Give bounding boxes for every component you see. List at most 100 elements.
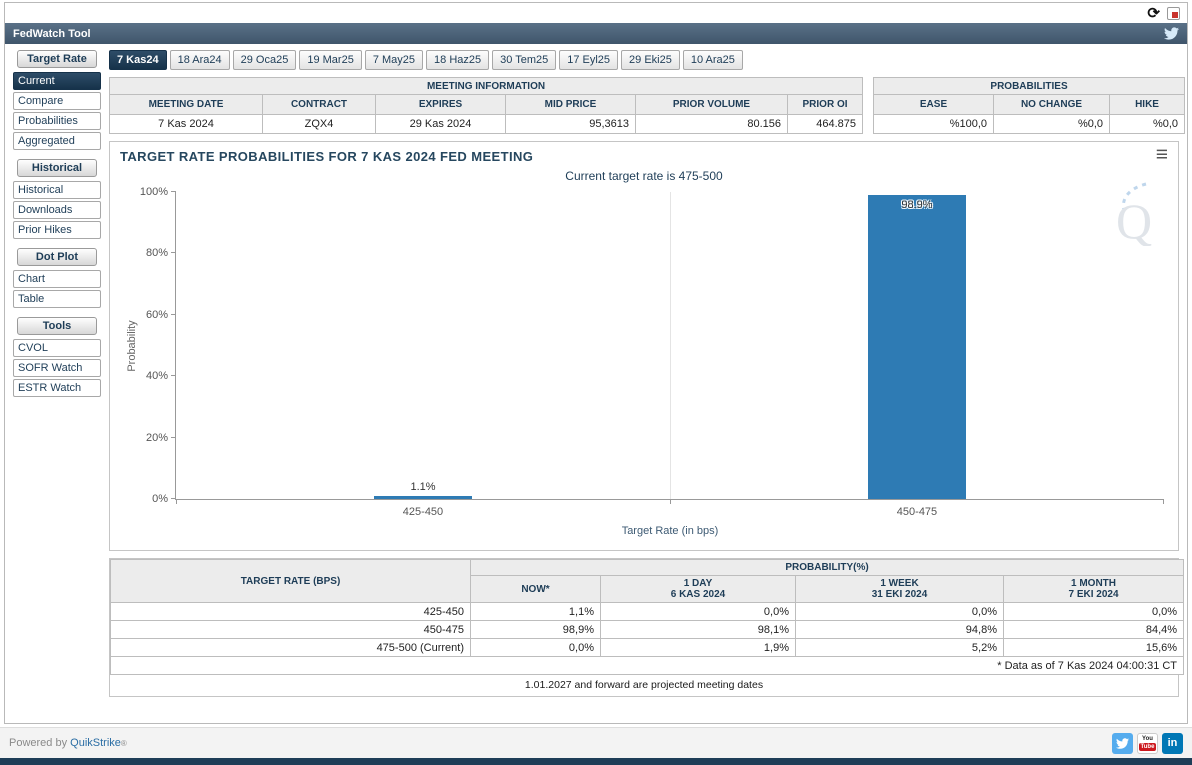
sidebar-item-probabilities[interactable]: Probabilities	[13, 112, 101, 130]
now-cell: 0,0%	[470, 638, 601, 657]
sidebar-header-tools[interactable]: Tools	[17, 317, 97, 335]
tab-29eki25[interactable]: 29 Eki25	[621, 50, 680, 70]
sidebar-item-aggregated[interactable]: Aggregated	[13, 132, 101, 150]
powered-by-label: Powered by	[9, 737, 68, 749]
sidebar-section-dot-plot: Dot Plot Chart Table	[13, 248, 101, 308]
x-axis-title: Target Rate (in bps)	[621, 525, 719, 537]
chart-bar-450-475[interactable]	[867, 195, 967, 499]
week-cell: 5,2%	[795, 638, 1004, 657]
sidebar-item-cvol[interactable]: CVOL	[13, 339, 101, 357]
ease-value: %100,0	[873, 114, 995, 134]
probability-table: TARGET RATE (BPS) PROBABILITY(%) NOW* 1 …	[109, 559, 1185, 675]
col-prior-volume: PRIOR VOLUME	[635, 94, 788, 115]
chart-bar-425-450[interactable]	[373, 495, 473, 499]
social-icons: You Tube in	[1112, 732, 1183, 754]
x-tick	[1163, 499, 1164, 504]
sidebar-item-current[interactable]: Current	[13, 72, 101, 90]
footer-bar: Powered by QuikStrike ® You Tube in	[0, 727, 1192, 758]
refresh-icon[interactable]: ⟳	[1147, 6, 1160, 21]
y-axis-label-40: 40%	[145, 370, 168, 383]
tab-7may25[interactable]: 7 May25	[364, 50, 424, 70]
col-target-rate: TARGET RATE (BPS)	[110, 559, 471, 603]
sidebar-item-chart[interactable]: Chart	[13, 270, 101, 288]
sidebar-item-table[interactable]: Table	[13, 290, 101, 308]
twitter-icon[interactable]	[1164, 27, 1179, 40]
main-panel: 7 Kas24 18 Ara24 29 Oca25 19 Mar25 7 May…	[108, 50, 1186, 697]
col-expires: EXPIRES	[375, 94, 506, 115]
bar-label-425-450: 1.1%	[410, 480, 436, 493]
sidebar-item-historical[interactable]: Historical	[13, 181, 101, 199]
category-label-450-475: 450-475	[896, 506, 938, 518]
y-axis-title: Probability	[126, 319, 138, 372]
linkedin-icon[interactable]: in	[1162, 732, 1183, 754]
probabilities-summary-table: PROBABILITIES EASE NO CHANGE HIKE %100,0…	[873, 77, 1186, 134]
week-cell: 0,0%	[795, 602, 1004, 621]
chart-subtitle: Current target rate is 475-500	[565, 169, 723, 183]
col-contract: CONTRACT	[262, 94, 376, 115]
x-tick	[176, 499, 177, 504]
twitter-icon[interactable]	[1112, 732, 1133, 754]
col-meeting-date: MEETING DATE	[109, 94, 263, 115]
tab-29oca25[interactable]: 29 Oca25	[232, 50, 297, 70]
col-now: NOW*	[470, 575, 601, 603]
chart-title: TARGET RATE PROBABILITIES FOR 7 KAS 2024…	[120, 149, 534, 164]
tab-7kas24[interactable]: 7 Kas24	[109, 50, 167, 70]
day-cell: 1,9%	[600, 638, 796, 657]
chart-panel: TARGET RATE PROBABILITIES FOR 7 KAS 2024…	[109, 141, 1179, 551]
app-title: FedWatch Tool	[13, 27, 91, 40]
chart-menu-icon[interactable]: ≡	[1156, 144, 1168, 165]
chart-plot-area: 0% 20% 40% 60% 80% 100% 1.1% 98.9% 425-4…	[126, 186, 1164, 537]
sidebar-header-target-rate[interactable]: Target Rate	[17, 50, 97, 68]
y-axis-label-0: 0%	[152, 493, 168, 505]
col-prior-oi: PRIOR OI	[786, 94, 864, 115]
quikstrike-link[interactable]: QuikStrike	[70, 737, 121, 749]
prior-oi-value: 464.875	[786, 114, 864, 134]
col-hike: HIKE	[1109, 94, 1186, 115]
rate-cell: 425-450	[110, 602, 471, 621]
y-tick	[171, 375, 176, 377]
month-cell: 15,6%	[1002, 638, 1185, 657]
y-tick	[171, 191, 176, 192]
no-change-value: %0,0	[993, 114, 1111, 134]
data-as-of-note: * Data as of 7 Kas 2024 04:00:31 CT	[109, 656, 1185, 675]
month-cell: 84,4%	[1002, 620, 1185, 639]
probabilities-values: %100,0 %0,0 %0,0	[873, 114, 1186, 134]
footnote-row: * Data as of 7 Kas 2024 04:00:31 CT	[109, 656, 1185, 675]
registered-mark: ®	[120, 738, 127, 748]
table-row: 425-450 1,1% 0,0% 0,0% 0,0%	[110, 602, 1185, 621]
y-axis-label-100: 100%	[139, 186, 168, 198]
sidebar-item-estr-watch[interactable]: ESTR Watch	[13, 379, 101, 397]
tab-18ara24[interactable]: 18 Ara24	[169, 50, 230, 70]
sidebar-item-compare[interactable]: Compare	[13, 92, 101, 110]
probabilities-title: PROBABILITIES	[873, 77, 1186, 95]
meeting-date-value: 7 Kas 2024	[109, 114, 263, 134]
tab-30tem25[interactable]: 30 Tem25	[492, 50, 557, 70]
sidebar-header-historical[interactable]: Historical	[17, 159, 97, 177]
col-no-change: NO CHANGE	[993, 94, 1111, 115]
tab-17eyl25[interactable]: 17 Eyl25	[559, 50, 619, 70]
fedwatch-app-window: ⟳ FedWatch Tool Target Rate Current Comp…	[4, 2, 1188, 724]
x-tick	[670, 499, 671, 504]
rate-cell: 475-500 (Current)	[110, 638, 471, 657]
probability-table-wrap: TARGET RATE (BPS) PROBABILITY(%) NOW* 1 …	[109, 558, 1185, 697]
bottom-accent-bar	[0, 758, 1192, 765]
sidebar-item-downloads[interactable]: Downloads	[13, 201, 101, 219]
week-cell: 94,8%	[795, 620, 1004, 639]
group-header-probability: PROBABILITY(%)	[469, 559, 1185, 576]
sidebar-header-dot-plot[interactable]: Dot Plot	[17, 248, 97, 266]
youtube-icon[interactable]: You Tube	[1137, 732, 1158, 754]
col-ease: EASE	[873, 94, 995, 115]
tab-19mar25[interactable]: 19 Mar25	[299, 50, 362, 70]
center-gridline	[670, 192, 671, 499]
tab-10ara25[interactable]: 10 Ara25	[682, 50, 743, 70]
notification-icon[interactable]	[1167, 6, 1180, 20]
hike-value: %0,0	[1109, 114, 1186, 134]
expires-value: 29 Kas 2024	[375, 114, 506, 134]
sidebar-item-prior-hikes[interactable]: Prior Hikes	[13, 221, 101, 239]
projection-note: 1.01.2027 and forward are projected meet…	[110, 675, 1178, 696]
tab-18haz25[interactable]: 18 Haz25	[426, 50, 490, 70]
y-axis-label-20: 20%	[145, 431, 168, 444]
table-row: 475-500 (Current) 0,0% 1,9% 5,2% 15,6%	[110, 638, 1185, 657]
sidebar-item-sofr-watch[interactable]: SOFR Watch	[13, 359, 101, 377]
table-row: 450-475 98,9% 98,1% 94,8% 84,4%	[110, 620, 1185, 639]
